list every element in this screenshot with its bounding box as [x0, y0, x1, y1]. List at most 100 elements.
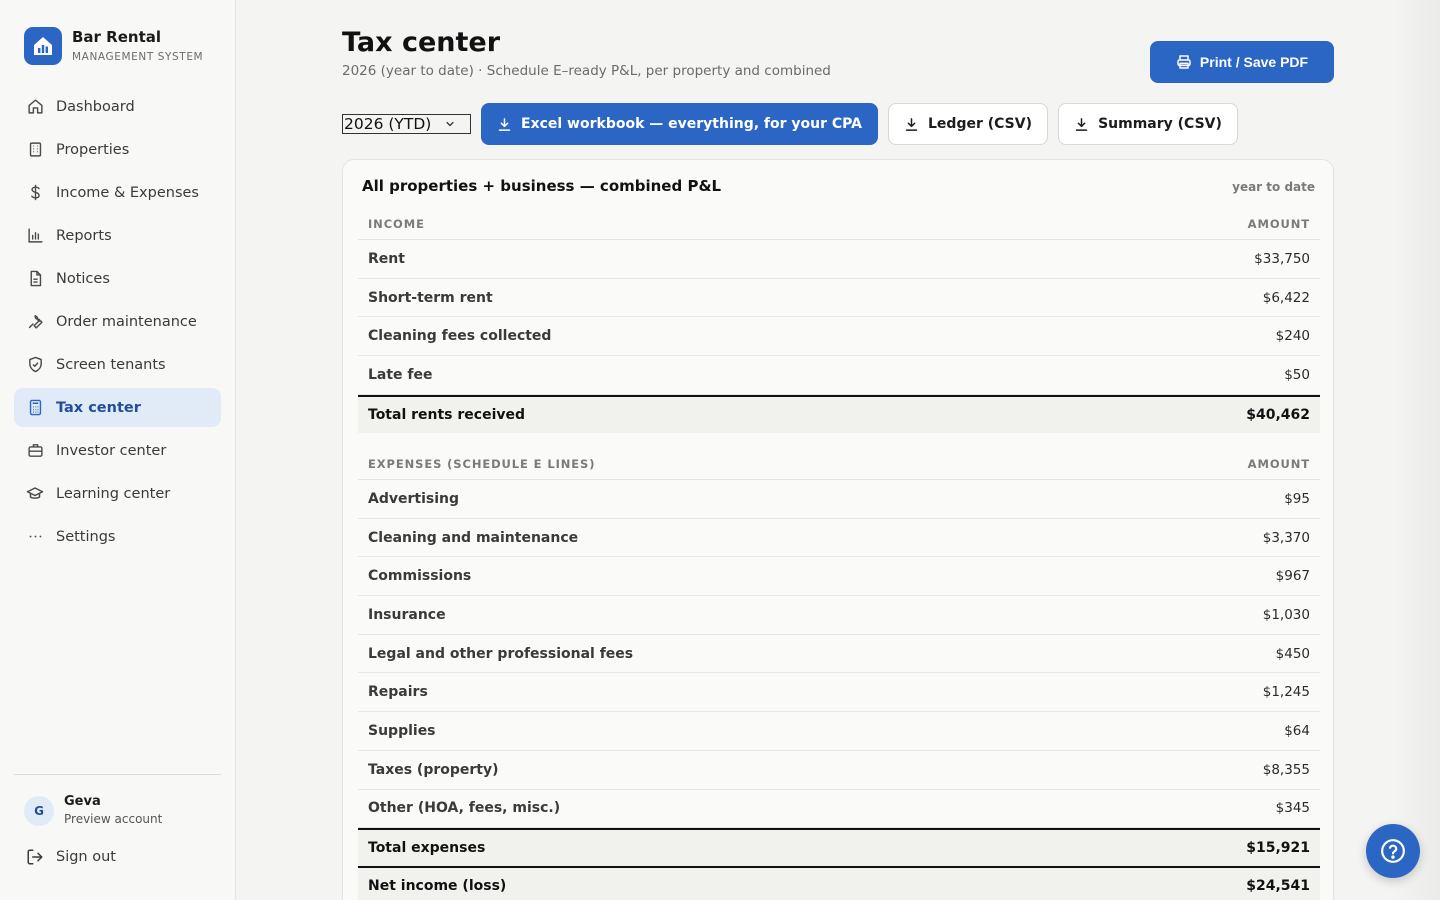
briefcase-icon [26, 442, 44, 460]
row-label: Repairs [368, 684, 428, 701]
sidebar-item-label: Notices [56, 270, 110, 287]
avatar: G [24, 796, 54, 826]
summary-csv-label: Summary (CSV) [1098, 116, 1222, 132]
income-header-label: INCOME [368, 216, 425, 231]
row-amount: $240 [1275, 328, 1310, 345]
income-rows: Rent $33,750 Short-term rent $6,422 Cleaning… [358, 240, 1320, 395]
building-icon [26, 141, 44, 159]
more-dots-icon [26, 528, 44, 546]
expenses-header-label: EXPENSES (SCHEDULE E LINES) [368, 456, 596, 471]
graduation-cap-icon [26, 485, 44, 503]
row-amount: $967 [1275, 568, 1310, 585]
sidebar-item-screen-tenants[interactable]: Screen tenants [14, 345, 221, 384]
sidebar-item-reports[interactable]: Reports [14, 216, 221, 255]
row-amount: $8,355 [1262, 761, 1310, 778]
sidebar-nav: Dashboard Properties Income & Expenses R… [14, 87, 221, 560]
download-icon [1074, 117, 1089, 132]
bar-chart-icon [26, 227, 44, 245]
year-select[interactable]: 2026 (YTD) [342, 114, 471, 134]
document-icon [26, 270, 44, 288]
shield-check-icon [26, 356, 44, 374]
download-icon [497, 117, 512, 132]
print-save-pdf-label: Print / Save PDF [1199, 54, 1309, 70]
ledger-csv-label: Ledger (CSV) [928, 116, 1032, 132]
sidebar-item-properties[interactable]: Properties [14, 130, 221, 169]
user-profile[interactable]: G Geva Preview account [24, 794, 162, 828]
sidebar-item-tax-center[interactable]: Tax center [14, 388, 221, 427]
sidebar-item-label: Order maintenance [56, 313, 197, 330]
sidebar-item-notices[interactable]: Notices [14, 259, 221, 298]
expense-rows: Advertising $95 Cleaning and maintenance $3… [358, 480, 1320, 829]
brand[interactable]: Bar Rental MANAGEMENT SYSTEM [24, 27, 203, 65]
brand-logo-icon [24, 27, 62, 65]
row-label: Cleaning and maintenance [368, 529, 579, 546]
table-row: Short-term rent $6,422 [358, 279, 1320, 318]
row-label: Short-term rent [368, 289, 493, 306]
sign-out-button[interactable]: Sign out [26, 848, 116, 866]
row-amount: $33,750 [1254, 250, 1310, 267]
income-header-amount: AMOUNT [1247, 216, 1310, 231]
help-button[interactable] [1366, 824, 1420, 878]
print-save-pdf-button[interactable]: Print / Save PDF [1150, 41, 1334, 83]
page-title: Tax center [342, 27, 501, 58]
row-amount: $1,245 [1262, 684, 1310, 701]
row-label: Late fee [368, 366, 433, 383]
sidebar-item-label: Tax center [56, 399, 141, 416]
sidebar-item-label: Learning center [56, 485, 171, 502]
income-table: INCOME AMOUNT Rent $33,750 Short-term rent… [358, 208, 1320, 433]
brand-subtitle: MANAGEMENT SYSTEM [72, 51, 204, 63]
row-amount: $3,370 [1262, 529, 1310, 546]
sidebar-item-label: Dashboard [56, 98, 135, 115]
table-row: Taxes (property) $8,355 [358, 751, 1320, 790]
net-income-row: Net income (loss) $24,541 [358, 866, 1320, 900]
sidebar-item-learning-center[interactable]: Learning center [14, 474, 221, 513]
table-row: Cleaning and maintenance $3,370 [358, 519, 1320, 558]
income-total-row: Total rents received $40,462 [358, 394, 1320, 433]
row-amount: $6,422 [1262, 289, 1310, 306]
row-label: Advertising [368, 490, 459, 507]
row-label: Rent [368, 250, 405, 267]
sidebar-item-label: Screen tenants [56, 356, 166, 373]
expenses-total-amount: $15,921 [1246, 840, 1310, 857]
expenses-total-label: Total expenses [368, 840, 486, 857]
table-row: Supplies $64 [358, 712, 1320, 751]
sidebar-divider [14, 774, 221, 775]
net-income-label: Net income (loss) [368, 878, 507, 895]
net-income-amount: $24,541 [1246, 878, 1310, 895]
year-select-value: 2026 (YTD) [344, 115, 432, 133]
edge-shade [1392, 0, 1440, 900]
chevron-down-icon [444, 118, 456, 130]
sidebar-item-label: Settings [56, 528, 116, 545]
row-label: Taxes (property) [368, 761, 499, 778]
table-row: Rent $33,750 [358, 240, 1320, 279]
card-period-label: year to date [1232, 180, 1315, 194]
sidebar-item-settings[interactable]: Settings [14, 517, 221, 556]
income-table-header: INCOME AMOUNT [358, 208, 1320, 240]
summary-csv-button[interactable]: Summary (CSV) [1058, 103, 1238, 145]
printer-icon [1176, 54, 1192, 70]
sidebar: Bar Rental MANAGEMENT SYSTEM Dashboard P… [0, 0, 236, 900]
income-total-amount: $40,462 [1246, 406, 1310, 423]
brand-name: Bar Rental [72, 28, 162, 46]
table-row: Repairs $1,245 [358, 673, 1320, 713]
ledger-csv-button[interactable]: Ledger (CSV) [888, 103, 1048, 145]
row-label: Supplies [368, 722, 436, 739]
table-row: Cleaning fees collected $240 [358, 317, 1320, 357]
help-circle-icon [1380, 838, 1406, 864]
sidebar-item-label: Investor center [56, 442, 167, 459]
table-row: Other (HOA, fees, misc.) $345 [358, 790, 1320, 829]
user-role: Preview account [64, 812, 163, 826]
sidebar-item-income-expenses[interactable]: Income & Expenses [14, 173, 221, 212]
combined-pl-card: All properties + business — combined P&L… [342, 159, 1334, 900]
row-amount: $450 [1275, 645, 1310, 662]
user-name: Geva [64, 794, 101, 809]
row-amount: $64 [1284, 722, 1310, 739]
sidebar-item-dashboard[interactable]: Dashboard [14, 87, 221, 126]
sign-out-icon [26, 848, 44, 866]
excel-workbook-button[interactable]: Excel workbook — everything, for your CP… [481, 103, 878, 145]
excel-workbook-label: Excel workbook — everything, for your CP… [521, 116, 862, 132]
sidebar-item-label: Properties [56, 141, 130, 158]
sidebar-item-order-maintenance[interactable]: Order maintenance [14, 302, 221, 341]
sidebar-item-investor-center[interactable]: Investor center [14, 431, 221, 470]
row-amount: $1,030 [1262, 606, 1310, 623]
